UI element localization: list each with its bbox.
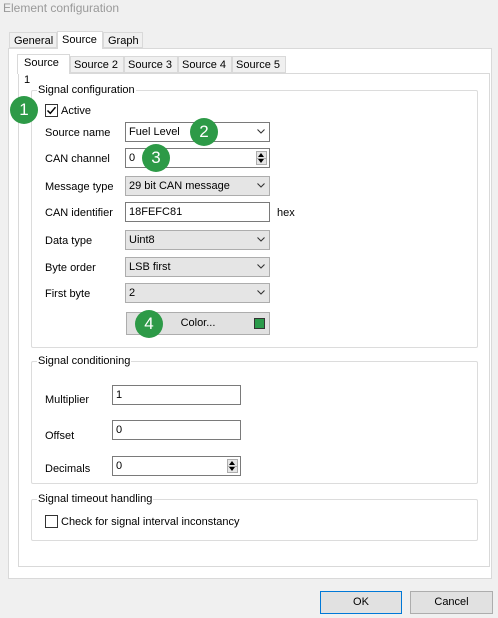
multiplier-value: 1 [116,389,123,401]
interval-inconstancy-checkbox[interactable] [45,515,58,528]
first-byte-dropdown[interactable]: 2 [125,283,270,303]
cancel-button[interactable]: Cancel [410,591,493,614]
decimals-value: 0 [116,460,123,472]
data-type-value: Uint8 [129,234,155,246]
message-type-dropdown[interactable]: 29 bit CAN message [125,176,270,196]
offset-label: Offset [45,430,75,442]
hex-label: hex [277,207,295,219]
decimals-spin-buttons[interactable] [227,459,238,473]
annotation-badge-1: 1 [10,96,38,124]
can-identifier-label: CAN identifier [45,207,113,219]
interval-inconstancy-label: Check for signal interval inconstancy [61,516,240,528]
window-title: Element configuration [3,1,120,15]
ok-button[interactable]: OK [320,591,402,614]
offset-value: 0 [116,424,123,436]
first-byte-value: 2 [129,287,136,299]
tab-source-3[interactable]: Source 3 [124,56,178,73]
decimals-spinbox[interactable]: 0 [112,456,241,476]
offset-input[interactable]: 0 [112,420,241,440]
data-type-dropdown[interactable]: Uint8 [125,230,270,250]
color-swatch [254,318,265,329]
can-channel-value: 0 [129,152,136,164]
can-identifier-value: 18FEFC81 [129,206,183,218]
message-type-value: 29 bit CAN message [129,180,230,192]
signal-conditioning-legend: Signal conditioning [38,355,131,367]
annotation-badge-3: 3 [142,144,170,172]
tab-source-4[interactable]: Source 4 [178,56,232,73]
annotation-badge-2: 2 [190,118,218,146]
spin-up-icon [258,153,264,157]
signal-configuration-legend: Signal configuration [38,84,135,96]
byte-order-value: LSB first [129,261,171,273]
decimals-label: Decimals [45,463,91,475]
can-channel-label: CAN channel [45,153,110,165]
active-checkbox[interactable] [45,104,58,117]
chevron-down-icon [257,264,265,269]
tab-general[interactable]: General [9,32,57,48]
color-button-label: Color... [180,317,216,329]
byte-order-dropdown[interactable]: LSB first [125,257,270,277]
tab-source-2[interactable]: Source 2 [70,56,124,73]
can-identifier-input[interactable]: 18FEFC81 [125,202,270,222]
chevron-down-icon [257,129,265,134]
signal-timeout-legend: Signal timeout handling [38,493,153,505]
multiplier-input[interactable]: 1 [112,385,241,405]
chevron-down-icon [257,237,265,242]
source-name-value: Fuel Level [129,126,180,138]
message-type-label: Message type [45,181,114,193]
spin-up-icon [229,461,235,465]
active-label: Active [61,105,91,117]
spin-down-icon [229,467,235,471]
tab-source-5[interactable]: Source 5 [232,56,286,73]
multiplier-label: Multiplier [45,394,90,406]
signal-conditioning-group: Signal conditioning [31,355,478,484]
annotation-badge-4: 4 [135,310,163,338]
tab-graph[interactable]: Graph [103,32,143,48]
first-byte-label: First byte [45,288,91,300]
can-channel-spin-buttons[interactable] [256,151,267,165]
chevron-down-icon [257,183,265,188]
spin-down-icon [258,159,264,163]
source-name-label: Source name [45,127,111,139]
data-type-label: Data type [45,235,93,247]
byte-order-label: Byte order [45,262,96,274]
chevron-down-icon [257,290,265,295]
tab-source[interactable]: Source [57,31,103,49]
checkmark-icon [46,106,57,115]
tab-source-1[interactable]: Source 1 [17,54,70,86]
